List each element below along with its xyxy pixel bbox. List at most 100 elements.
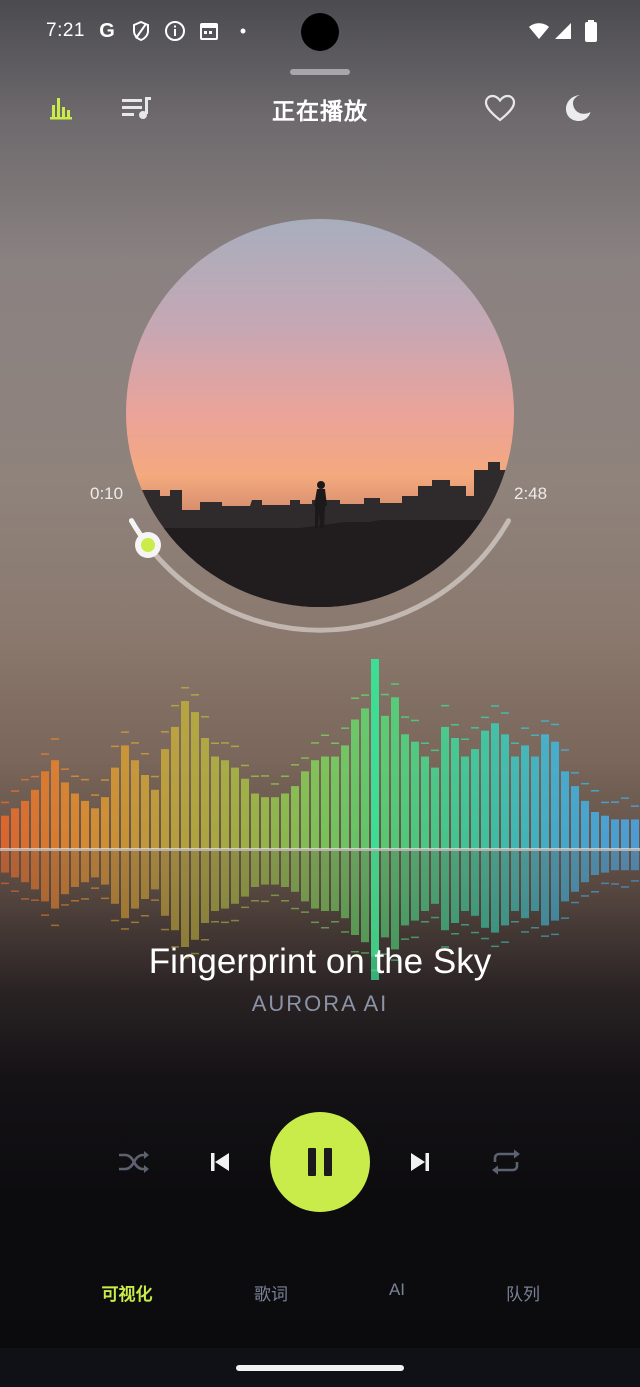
visualizer-bar <box>41 771 49 849</box>
visualizer-bar-reflection <box>541 851 549 926</box>
visualizer-peak-cap-reflection <box>631 880 639 882</box>
visualizer-peak-cap-reflection <box>521 931 529 933</box>
visualizer-bar-reflection <box>321 851 329 911</box>
visualizer-bar-reflection <box>91 851 99 878</box>
visualizer-bar <box>411 741 419 849</box>
info-icon <box>164 20 186 42</box>
visualizer-bar <box>311 760 319 849</box>
visualizer-bar <box>331 756 339 849</box>
visualizer-bar <box>361 708 369 849</box>
visualizer-bar-reflection <box>251 851 259 887</box>
visualizer-bar <box>621 819 629 849</box>
visualizer-peak-cap <box>71 775 79 777</box>
visualizer-bar-reflection <box>601 851 609 873</box>
visualizer-peak-cap <box>601 801 609 804</box>
visualizer-peak-cap <box>141 753 149 755</box>
visualizer-bar-reflection <box>71 851 79 887</box>
visualizer-peak-cap-reflection <box>551 933 559 936</box>
visualizer-bar <box>51 760 59 849</box>
visualizer-peak-cap-reflection <box>121 928 129 930</box>
visualizer-bar <box>301 771 309 849</box>
visualizer-bar-reflection <box>351 851 359 935</box>
visualizer-bar <box>501 734 509 849</box>
visualizer-bar <box>81 800 89 849</box>
visualizer-peak-cap-reflection <box>131 921 139 924</box>
visualizer-peak-cap <box>31 775 39 778</box>
visualizer-bar <box>441 726 449 849</box>
visualizer-bar-reflection <box>521 851 529 919</box>
shuffle-icon[interactable] <box>112 1140 156 1184</box>
visualizer-bar <box>631 819 639 849</box>
visualizer-peak-cap <box>211 742 219 744</box>
visualizer-bar-reflection <box>51 851 59 909</box>
visualizer-bar-reflection <box>101 851 109 885</box>
playback-controls <box>0 1110 640 1214</box>
visualizer-bar-reflection <box>121 851 129 919</box>
visualizer-peak-cap <box>631 805 639 807</box>
visualizer-peak-cap-reflection <box>511 921 519 923</box>
next-icon[interactable] <box>398 1140 442 1184</box>
pause-button[interactable] <box>270 1112 370 1212</box>
visualizer-bar <box>101 797 109 849</box>
visualizer-peak-cap <box>21 778 29 781</box>
visualizer-peak-cap-reflection <box>101 897 109 900</box>
visualizer-bar <box>31 789 39 849</box>
visualizer-peak-cap <box>541 720 549 722</box>
previous-icon[interactable] <box>198 1140 242 1184</box>
pause-icon <box>308 1148 332 1176</box>
visualizer-bar-reflection <box>1 851 9 873</box>
visualizer-peak-cap-reflection <box>41 914 49 916</box>
visualizer-peak-cap <box>171 704 179 707</box>
tab-lyrics[interactable]: 歌词 <box>211 1280 331 1305</box>
visualizer-peak-cap <box>331 742 339 744</box>
visualizer-peak-cap-reflection <box>51 924 59 927</box>
visualizer-bar <box>351 719 359 849</box>
visualizer-bar-reflection <box>471 851 479 916</box>
tab-ai[interactable]: AI <box>337 1280 457 1300</box>
visualizer-peak-cap-reflection <box>411 936 419 939</box>
visualizer-peak-cap <box>441 704 449 707</box>
visualizer-bar-reflection <box>631 851 639 871</box>
visualizer-bar-reflection <box>21 851 29 883</box>
visualizer-peak-cap <box>551 723 559 726</box>
visualizer-bar-reflection <box>111 851 119 904</box>
visualizer-peak-cap <box>161 731 169 733</box>
home-indicator[interactable] <box>236 1365 404 1371</box>
moon-icon[interactable] <box>556 86 600 130</box>
progress-thumb[interactable] <box>135 532 161 558</box>
visualizer-bar-reflection <box>241 851 249 897</box>
visualizer-bar-reflection <box>441 851 449 931</box>
visualizer-bar-reflection <box>571 851 579 892</box>
visualizer-peak-cap <box>491 705 499 707</box>
tab-queue[interactable]: 队列 <box>463 1280 583 1305</box>
visualizer-peak-cap <box>311 742 319 744</box>
page-title: 正在播放 <box>272 98 368 124</box>
visualizer-peak-cap-reflection <box>141 915 149 917</box>
heart-icon[interactable] <box>478 86 522 130</box>
tab-visualizer[interactable]: 可视化 <box>67 1280 187 1305</box>
visualizer-bar <box>511 756 519 849</box>
visualizer-peak-cap-reflection <box>111 919 119 922</box>
album-cover[interactable] <box>126 219 516 609</box>
visualizer-peak-cap <box>431 749 439 752</box>
visualizer-peak-cap <box>341 727 349 729</box>
visualizer-bar <box>121 745 129 849</box>
sheet-handle[interactable] <box>290 69 350 75</box>
calendar-icon <box>198 20 220 42</box>
elapsed-time: 0:10 <box>90 484 124 503</box>
visualizer-bar <box>201 738 209 849</box>
visualizer-bar-reflection <box>311 851 319 909</box>
visualizer-bar <box>281 793 289 849</box>
visualizer-peak-cap <box>481 716 489 719</box>
visualizer-peak-cap-reflection <box>321 927 329 929</box>
visualizer-bar-reflection <box>81 851 89 883</box>
visualizer-bar <box>61 782 69 849</box>
repeat-icon[interactable] <box>484 1140 528 1184</box>
visualizer-bar-reflection <box>621 851 629 871</box>
visualizer-peak-cap <box>41 753 49 755</box>
visualizer-peak-cap-reflection <box>591 891 599 893</box>
visualizer-peak-cap-reflection <box>481 937 489 940</box>
visualizer-peak-cap-reflection <box>341 931 349 933</box>
visualizer-bar-reflection <box>591 851 599 875</box>
audio-visualizer <box>0 659 640 980</box>
